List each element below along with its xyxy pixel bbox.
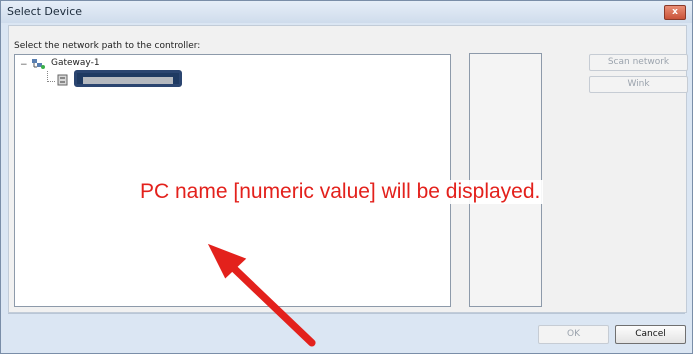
annotation-arrow bbox=[207, 243, 316, 347]
annotation-caption: PC name [numeric value] will be displaye… bbox=[137, 180, 544, 204]
